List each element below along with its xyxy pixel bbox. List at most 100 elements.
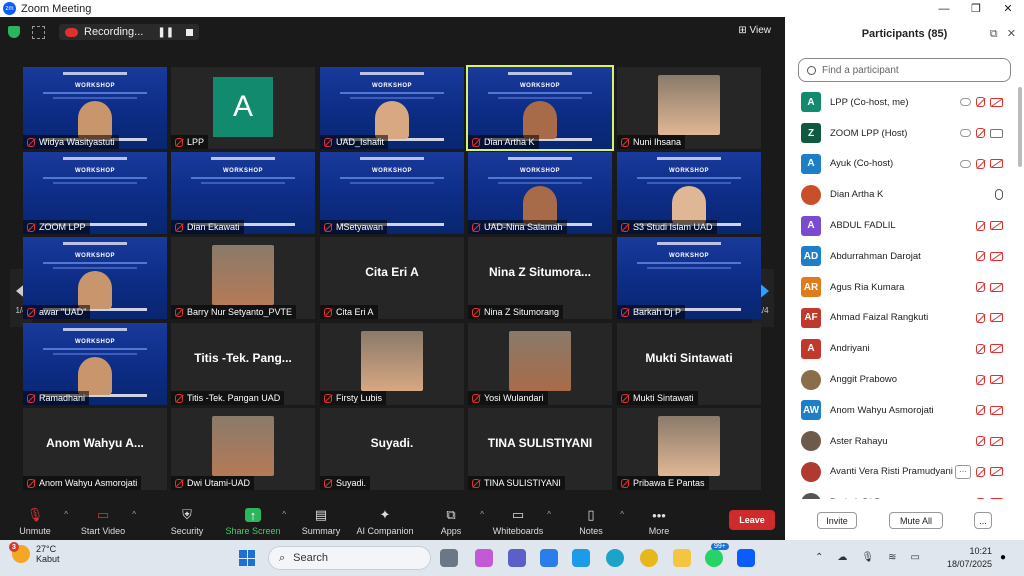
pause-icon[interactable]: ❚❚ (157, 27, 174, 38)
unmute-button[interactable]: 🎙 Unmute ^ (0, 507, 70, 536)
slide-title: WORKSHOP (669, 253, 709, 259)
video-tile[interactable]: Anom Wahyu A... Anom Wahyu Asmorojati (23, 408, 167, 490)
apps-button[interactable]: ⧉ Apps ^ (416, 507, 486, 536)
video-tile[interactable]: WORKSHOP Ramadhani (23, 323, 167, 405)
summary-button[interactable]: ▤ Summary (286, 507, 356, 536)
participant-status-icons (976, 436, 1003, 447)
taskbar-search[interactable]: ⌕ Search (268, 546, 431, 570)
video-tile[interactable]: Cita Eri A Cita Eri A (320, 237, 464, 319)
participant-avatar: A (801, 92, 821, 113)
leave-button[interactable]: Leave (729, 510, 775, 530)
participant-status-icons (960, 97, 1003, 108)
more-button[interactable]: ••• More (624, 508, 694, 537)
participant-row[interactable]: AR Agus Ria Kumara (785, 272, 1017, 303)
whiteboards-button[interactable]: ▭ Whiteboards ^ (483, 507, 553, 536)
video-tile[interactable]: TINA SULISTIYANI TINA SULISTIYANI (468, 408, 612, 490)
close-panel-icon[interactable]: ✕ (1007, 28, 1016, 40)
participant-row[interactable]: Aster Rahayu (785, 426, 1017, 457)
mic-muted-icon (324, 137, 332, 147)
microphone-icon[interactable]: 🎙 (861, 552, 874, 563)
video-tile[interactable]: Pribawa E Pantas (617, 408, 761, 490)
mic-muted-icon (976, 466, 985, 477)
video-tile[interactable]: WORKSHOP Dian Artha K (466, 65, 614, 151)
participant-list-scrollbar[interactable] (1018, 87, 1022, 167)
mic-muted-icon (976, 374, 985, 385)
task-view-icon[interactable] (440, 549, 458, 567)
video-tile[interactable]: Dwi Utami-UAD (171, 408, 315, 490)
participants-panel: Participants (85) ⧉ ✕ Find a participant… (785, 17, 1024, 540)
copilot-icon[interactable] (475, 549, 493, 567)
file-explorer-icon[interactable] (673, 549, 691, 567)
view-button[interactable]: ⊞ View (738, 25, 771, 36)
video-tile[interactable]: Nina Z Situmora... Nina Z Situmorang (468, 237, 612, 319)
invite-button[interactable]: Invite (817, 512, 857, 529)
video-tile[interactable]: Suyadi. Suyadi. (320, 408, 464, 490)
video-tile[interactable]: Barry Nur Setyanto_PVTE (171, 237, 315, 319)
start-video-button[interactable]: ▭ Start Video ^ (68, 507, 138, 536)
battery-icon[interactable]: ▭ (910, 552, 919, 563)
mydigilearn-icon[interactable] (572, 549, 590, 567)
close-icon[interactable]: ✕ (992, 0, 1024, 17)
video-tile[interactable]: WORKSHOP S3 Studi Islam UAD (617, 152, 761, 234)
video-tile[interactable]: WORKSHOP awar "UAD" (23, 237, 167, 319)
participant-search-input[interactable]: Find a participant (798, 58, 1011, 82)
store-icon[interactable] (540, 549, 558, 567)
participant-row[interactable]: AF Ahmad Faizal Rangkuti (785, 303, 1017, 334)
participant-row[interactable]: AW Anom Wahyu Asmorojati (785, 395, 1017, 426)
grid-icon[interactable] (32, 25, 45, 39)
zoom-app-icon[interactable] (737, 549, 755, 567)
participant-row[interactable]: A LPP (Co-host, me) (785, 87, 1017, 118)
video-tile[interactable]: WORKSHOP UAD-Nina Salamah (468, 152, 612, 234)
video-tile[interactable]: Yosi Wulandari (468, 323, 612, 405)
video-tile[interactable]: Mukti Sintawati Mukti Sintawati (617, 323, 761, 405)
participant-name: LPP (Co-host, me) (830, 96, 909, 108)
chevron-up-icon[interactable]: ^ (132, 510, 136, 519)
shield-icon[interactable] (8, 26, 20, 38)
participant-row[interactable]: Anggit Prabowo (785, 364, 1017, 395)
participant-row[interactable]: Z ZOOM LPP (Host) (785, 118, 1017, 149)
tile-name-bar: Mukti Sintawati (617, 391, 698, 405)
stop-icon[interactable] (186, 28, 194, 36)
ai-companion-button[interactable]: ✦ AI Companion (350, 507, 420, 536)
windows-start-icon[interactable] (239, 550, 255, 566)
video-tile[interactable]: Firsty Lubis (320, 323, 464, 405)
mute-all-button[interactable]: Mute All (889, 512, 943, 529)
notes-button[interactable]: ▯ Notes ^ (556, 507, 626, 536)
more-icon[interactable]: ··· (955, 464, 971, 479)
notification-icon[interactable]: ● (1000, 552, 1006, 563)
wifi-icon[interactable]: ≋ (888, 552, 896, 563)
security-button[interactable]: ⛨ Security (152, 507, 222, 536)
video-tile[interactable]: A LPP (171, 67, 315, 149)
video-tile[interactable]: WORKSHOP UAD_Ishafit (320, 67, 464, 149)
more-options-button[interactable]: ... (974, 512, 992, 529)
video-tile[interactable]: WORKSHOP ZOOM LPP (23, 152, 167, 234)
maximize-icon[interactable]: ❐ (960, 0, 992, 17)
participant-row[interactable]: Barkah Dj P (785, 487, 1017, 499)
video-tile[interactable]: WORKSHOP Widya Wasityastuti (23, 67, 167, 149)
minimize-icon[interactable]: — (928, 0, 960, 17)
whatsapp-icon[interactable] (705, 549, 723, 567)
participant-row[interactable]: Avanti Vera Risti Pramudyani ··· (785, 457, 1017, 488)
chrome-icon[interactable] (640, 549, 658, 567)
participant-row[interactable]: A ABDUL FADLIL (785, 210, 1017, 241)
participant-row[interactable]: AD Abdurrahman Darojat (785, 241, 1017, 272)
teams-icon[interactable] (508, 549, 526, 567)
participant-name: ZOOM LPP (Host) (830, 127, 908, 139)
video-tile[interactable]: Titis -Tek. Pang... Titis -Tek. Pangan UA… (171, 323, 315, 405)
chevron-up-icon[interactable]: ⌃ (815, 552, 823, 563)
taskbar-clock[interactable]: 10:21 18/07/2025 (944, 545, 992, 571)
popout-icon[interactable]: ⧉ (990, 28, 998, 40)
video-tile[interactable]: WORKSHOP Barkah Dj P (617, 237, 761, 319)
cloud-icon[interactable]: ☁ (837, 552, 847, 563)
edge-icon[interactable] (606, 549, 624, 567)
participant-row[interactable]: A Andriyani (785, 333, 1017, 364)
share-screen-button[interactable]: ↑ Share Screen ^ (218, 508, 288, 537)
weather-widget[interactable]: 3 27°C Kabut (9, 542, 60, 564)
video-tile[interactable]: Nuni Ihsana (617, 67, 761, 149)
participant-avatar: A (801, 338, 821, 359)
participant-row[interactable]: A Ayuk (Co-host) (785, 149, 1017, 180)
participant-row[interactable]: Dian Artha K (785, 179, 1017, 210)
video-tile[interactable]: WORKSHOP MSetyawan (320, 152, 464, 234)
chevron-up-icon[interactable]: ^ (547, 510, 551, 519)
video-tile[interactable]: WORKSHOP Dian Ekawati (171, 152, 315, 234)
